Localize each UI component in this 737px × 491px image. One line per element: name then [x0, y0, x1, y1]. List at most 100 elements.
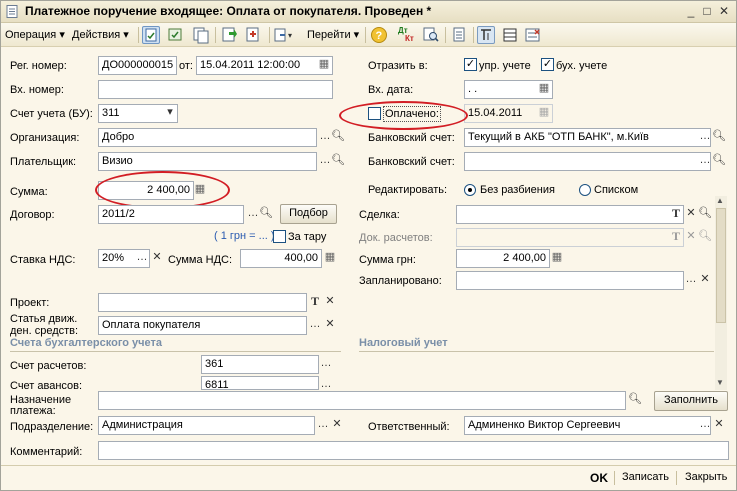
vat-sum-field[interactable]: 400,00: [240, 249, 322, 268]
project-type-icon[interactable]: T: [308, 294, 322, 311]
maximize-icon[interactable]: □: [699, 4, 715, 20]
division-select-icon[interactable]: …: [316, 417, 330, 434]
cashflow-clear-icon[interactable]: ✕: [323, 317, 337, 334]
in-date-label: Вх. дата:: [368, 84, 414, 96]
payer-select-icon[interactable]: …: [318, 153, 332, 170]
scroll-thumb[interactable]: [716, 208, 726, 323]
post-and-close-icon[interactable]: [142, 26, 160, 44]
goto-menu[interactable]: Перейти ▾: [307, 28, 359, 41]
fill-button[interactable]: Заполнить: [654, 391, 728, 411]
payer-bank-account-label: Банковский счет:: [368, 156, 455, 168]
deal-type-icon[interactable]: T: [669, 206, 683, 223]
bank-account-open-icon[interactable]: 🔍︎: [712, 129, 726, 146]
planned-select-icon[interactable]: …: [684, 272, 698, 289]
list-view-icon[interactable]: [501, 26, 519, 44]
advance-account-field[interactable]: 6811: [201, 376, 319, 390]
contract-open-icon[interactable]: 🔍︎: [259, 206, 273, 223]
close-button[interactable]: Закрыть: [685, 471, 727, 483]
vat-sum-calculator-icon[interactable]: ▦: [323, 250, 337, 267]
cashflow-select-icon[interactable]: …: [308, 317, 322, 334]
date-field[interactable]: 15.04.2011 12:00:00: [196, 56, 333, 75]
sum-uah-label: Сумма грн:: [359, 254, 416, 266]
close-icon[interactable]: ✕: [716, 4, 732, 20]
cashflow-field[interactable]: Оплата покупателя: [98, 316, 307, 335]
window-title: Платежное поручение входящее: Оплата от …: [25, 4, 432, 18]
payer-bank-open-icon[interactable]: 🔍︎: [712, 153, 726, 170]
vat-rate-clear-icon[interactable]: ✕: [150, 250, 164, 267]
payer-open-icon[interactable]: 🔍︎: [331, 153, 345, 170]
minimize-icon[interactable]: _: [683, 4, 699, 20]
payer-bank-select-icon[interactable]: …: [698, 153, 712, 170]
document-move-icon[interactable]: ▾: [273, 26, 299, 44]
print-form-icon[interactable]: [450, 26, 468, 44]
toolbar-separator: [445, 27, 446, 43]
in-number-label: Вх. номер:: [10, 84, 64, 96]
dt-kt-icon[interactable]: Дт Кт: [397, 26, 415, 44]
bank-account-field[interactable]: Текущий в АКБ "ОТП БАНК", м.Київ: [464, 128, 711, 147]
structure-icon[interactable]: [477, 26, 495, 44]
deal-label: Сделка:: [359, 209, 400, 221]
organization-field[interactable]: Добро: [98, 128, 317, 147]
bank-account-select-icon[interactable]: …: [698, 129, 712, 146]
footer-separator: [676, 471, 677, 485]
responsible-select-icon[interactable]: …: [698, 417, 712, 434]
select-button[interactable]: Подбор: [280, 204, 337, 224]
exchange-rate-link[interactable]: ( 1 грн = ... ): [214, 230, 275, 242]
operation-menu[interactable]: Операция ▾: [5, 28, 65, 41]
deal-field[interactable]: [456, 205, 684, 224]
division-clear-icon[interactable]: ✕: [330, 417, 344, 434]
comment-field[interactable]: [98, 441, 729, 460]
basis-input-icon[interactable]: [220, 26, 238, 44]
planned-clear-icon[interactable]: ✕: [698, 272, 712, 289]
ok-button[interactable]: OK: [590, 471, 608, 485]
deal-clear-icon[interactable]: ✕: [684, 206, 698, 223]
edit-no-split-radio[interactable]: [464, 184, 476, 196]
payer-bank-account-field[interactable]: [464, 152, 711, 171]
advance-account-label: Счет авансов:: [10, 380, 83, 389]
contract-field[interactable]: 2011/2: [98, 205, 244, 224]
vat-rate-select-icon[interactable]: …: [135, 250, 149, 267]
edit-list-radio[interactable]: [579, 184, 591, 196]
find-document-icon[interactable]: [422, 26, 440, 44]
scroll-down-icon[interactable]: ▼: [716, 378, 724, 387]
svg-text:?: ?: [376, 30, 383, 42]
division-field[interactable]: Администрация: [98, 416, 315, 435]
settle-account-select-icon[interactable]: …: [319, 356, 333, 373]
in-date-calendar-icon[interactable]: ▦: [537, 81, 551, 98]
project-field[interactable]: [98, 293, 307, 312]
help-icon[interactable]: ?: [370, 26, 388, 44]
deal-open-icon[interactable]: 🔍︎: [698, 206, 712, 223]
for-goods-checkbox[interactable]: [273, 230, 286, 243]
organization-select-icon[interactable]: …: [318, 129, 332, 146]
buh-accounting-checkbox[interactable]: ✓: [541, 58, 554, 71]
payer-field[interactable]: Визио: [98, 152, 317, 171]
responsible-clear-icon[interactable]: ✕: [712, 417, 726, 434]
responsible-field[interactable]: Админенко Виктор Сергеевич: [464, 416, 711, 435]
sum-uah-field[interactable]: 2 400,00: [456, 249, 550, 268]
upr-accounting-checkbox[interactable]: ✓: [464, 58, 477, 71]
project-clear-icon[interactable]: ✕: [323, 294, 337, 311]
save-button[interactable]: Записать: [622, 471, 669, 483]
calendar-icon[interactable]: ▦: [317, 57, 331, 74]
post-icon[interactable]: [166, 26, 184, 44]
vat-sum-label: Сумма НДС:: [168, 254, 233, 266]
planned-field[interactable]: [456, 271, 684, 290]
reg-number-field[interactable]: ДО000000015: [98, 56, 177, 75]
form-scrollbar[interactable]: ▲ ▼: [715, 196, 727, 390]
purpose-open-icon[interactable]: 🔍︎: [628, 392, 642, 409]
purpose-field[interactable]: [98, 391, 626, 410]
document-copy-icon[interactable]: [192, 26, 210, 44]
dt-kt-bottom: Кт: [405, 34, 414, 43]
advance-account-select-icon[interactable]: …: [319, 377, 333, 389]
actions-menu[interactable]: Действия ▾: [72, 28, 129, 41]
bank-account-label: Банковский счет:: [368, 132, 455, 144]
organization-open-icon[interactable]: 🔍︎: [331, 129, 345, 146]
create-from-icon[interactable]: [244, 26, 262, 44]
sum-uah-calculator-icon[interactable]: ▦: [550, 250, 564, 267]
scroll-up-icon[interactable]: ▲: [716, 196, 724, 205]
contract-select-icon[interactable]: …: [246, 206, 260, 223]
in-number-field[interactable]: [98, 80, 333, 99]
settle-account-field[interactable]: 361: [201, 355, 319, 374]
account-dropdown-icon[interactable]: ▾: [163, 105, 177, 122]
settings-icon[interactable]: [524, 26, 542, 44]
